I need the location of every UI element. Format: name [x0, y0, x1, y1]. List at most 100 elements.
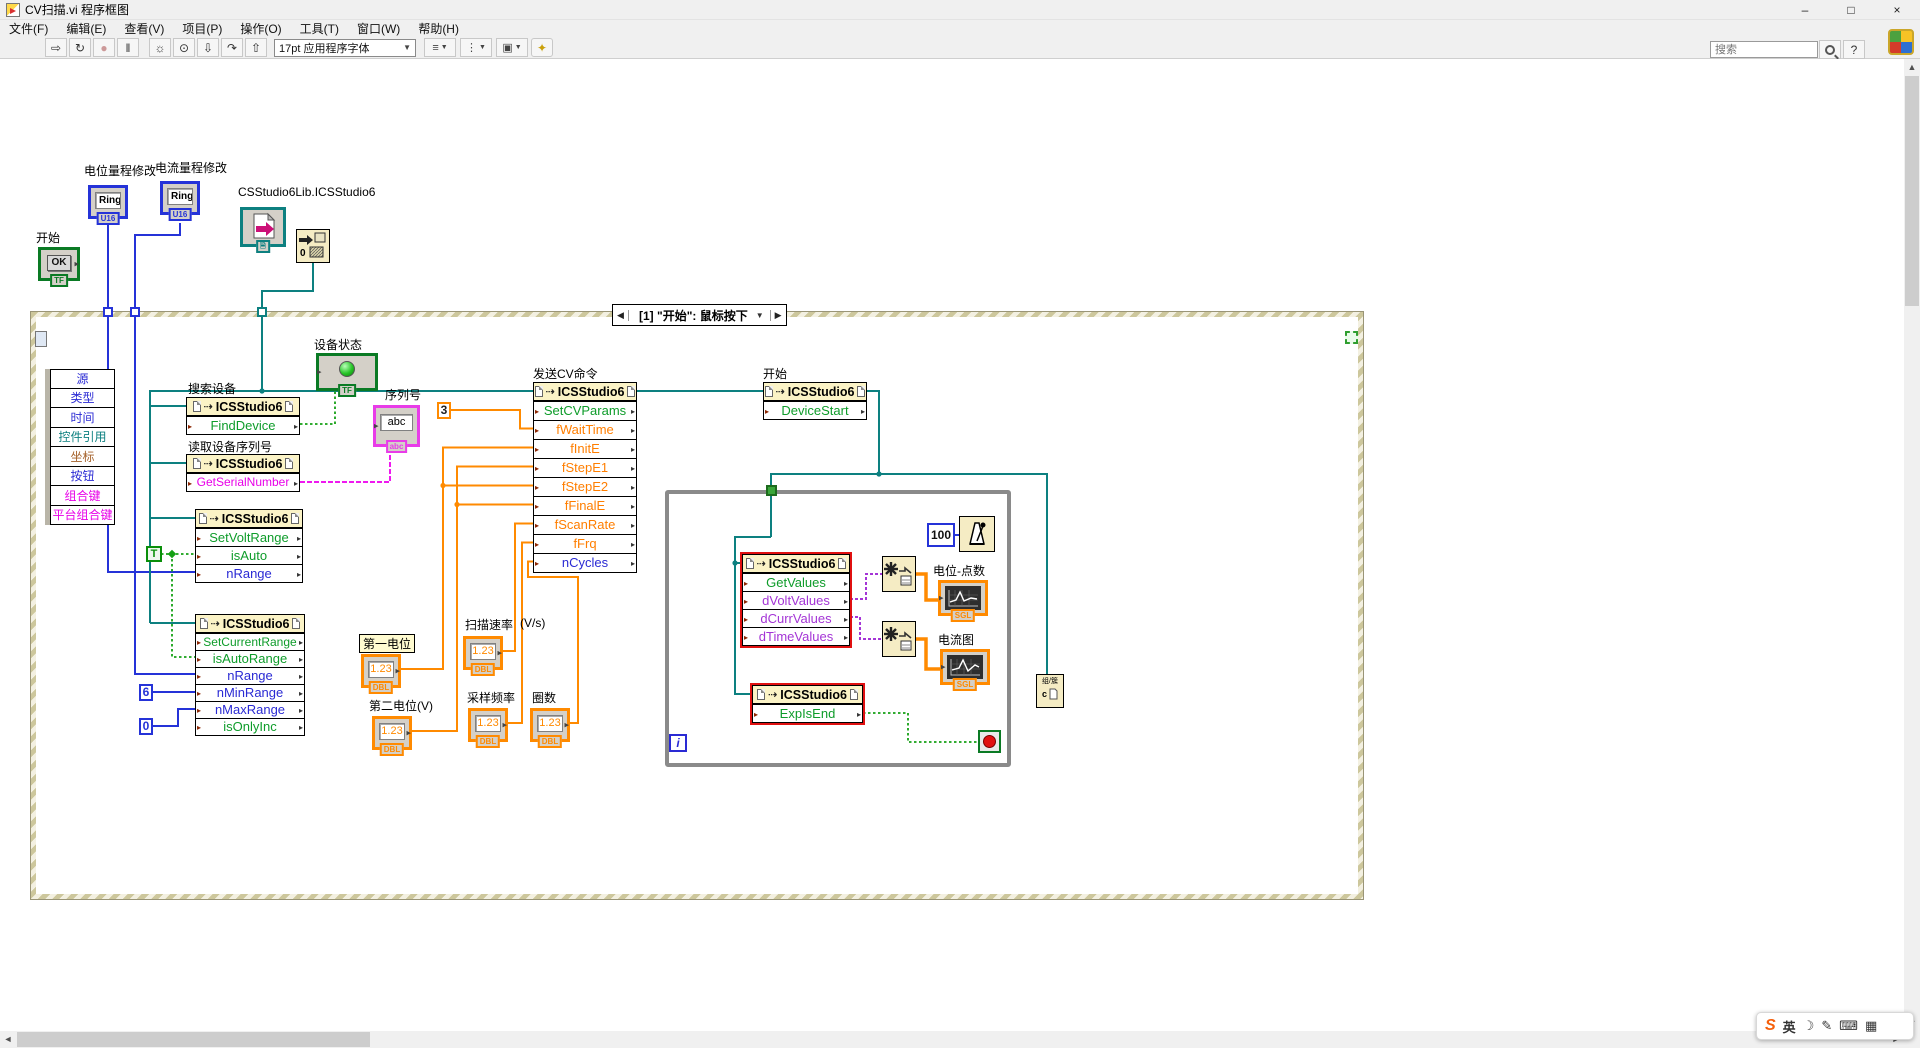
method-row[interactable]: SetCVParams — [534, 401, 636, 420]
abort-icon[interactable]: ● — [93, 38, 115, 57]
constructor-node-icon[interactable]: 0 — [296, 229, 330, 263]
param-row[interactable]: fStepE1 — [534, 458, 636, 477]
current-graph-terminal[interactable]: ▸ SGL — [940, 649, 990, 685]
param-row[interactable]: nMaxRange — [196, 701, 304, 718]
invoke-node-set-cv-params[interactable]: ⇢ ICSStudio6 SetCVParams fWaitTime fInit… — [533, 382, 637, 573]
scroll-up-icon[interactable]: ▲ — [1904, 59, 1920, 75]
param-row[interactable]: fFinalE — [534, 496, 636, 515]
param-row[interactable]: nRange — [196, 564, 302, 582]
param-row[interactable]: nCycles — [534, 553, 636, 572]
param-row[interactable]: fInitE — [534, 439, 636, 458]
method-row[interactable]: FindDevice — [187, 416, 299, 434]
loop-wait-constant[interactable]: 100 — [927, 523, 955, 547]
step-into-icon[interactable]: ⇩ — [197, 38, 219, 57]
horizontal-scrollbar[interactable]: ◄ ► — [0, 1031, 1904, 1048]
param-row[interactable]: isAutoRange — [196, 650, 304, 667]
align-objects-button[interactable]: ≡ ▼ — [424, 38, 456, 57]
maximize-button[interactable]: □ — [1828, 0, 1874, 19]
variant-to-data-icon[interactable] — [882, 556, 916, 592]
method-row[interactable]: DeviceStart — [764, 401, 866, 419]
param-row[interactable]: isAuto — [196, 546, 302, 564]
param-row[interactable]: dTimeValues — [743, 627, 849, 645]
param-row[interactable]: nRange — [196, 667, 304, 684]
serial-string-terminal[interactable]: ▸ abc abc — [373, 405, 420, 447]
tunnel-icon[interactable] — [257, 307, 267, 317]
loop-condition-terminal[interactable] — [978, 730, 1001, 753]
invoke-node-set-current-range[interactable]: ⇢ ICSStudio6 SetCurrentRange isAutoRange… — [195, 614, 305, 736]
method-row[interactable]: GetSerialNumber — [187, 473, 299, 491]
first-e-terminal[interactable]: 1.23 DBL ▸ — [361, 654, 401, 688]
distribute-objects-button[interactable]: ⋮ ▼ — [460, 38, 492, 57]
ime-keyboard-icon[interactable]: ⌨ — [1839, 1018, 1858, 1034]
method-row[interactable]: ExpIsEnd — [753, 704, 862, 722]
step-out-icon[interactable]: ⇧ — [245, 38, 267, 57]
cycles-terminal[interactable]: 1.23 DBL ▸ — [530, 708, 570, 742]
sample-freq-terminal[interactable]: 1.23 DBL ▸ — [468, 708, 508, 742]
invoke-node-device-start[interactable]: ⇢ ICSStudio6 DeviceStart — [763, 382, 867, 420]
menu-project[interactable]: 项目(P) — [173, 19, 231, 38]
dynamic-event-terminal-icon[interactable] — [1345, 331, 1358, 344]
pause-icon[interactable]: ‖ — [117, 38, 139, 57]
volt-range-ring-terminal[interactable]: Ring ▼ U16 — [88, 185, 128, 219]
menu-view[interactable]: 查看(V) — [115, 19, 173, 38]
event-timeout-icon[interactable] — [35, 331, 47, 347]
class-constant[interactable]: 🗎 — [240, 207, 286, 247]
run-continuous-icon[interactable]: ↻ — [69, 38, 91, 57]
param-row[interactable]: fWaitTime — [534, 420, 636, 439]
horizontal-scrollbar-thumb[interactable] — [17, 1032, 370, 1047]
scan-rate-terminal[interactable]: 1.23 DBL ▸ — [463, 636, 503, 670]
event-data-item[interactable]: 按钮 — [50, 467, 115, 487]
menu-window[interactable]: 窗口(W) — [348, 19, 409, 38]
wait-time-constant[interactable]: 3 — [437, 402, 451, 419]
param-row[interactable]: dCurrValues — [743, 609, 849, 627]
ime-language-toggle[interactable]: 英 — [1783, 1017, 1796, 1036]
cluster-icon[interactable]: 组/簇 c — [1036, 674, 1064, 708]
menu-edit[interactable]: 编辑(E) — [57, 19, 115, 38]
param-row[interactable]: nMinRange — [196, 684, 304, 701]
ime-pen-icon[interactable]: ✎ — [1821, 1018, 1832, 1034]
cleanup-diagram-icon[interactable]: ✦ — [531, 38, 553, 57]
event-data-item[interactable]: 控件引用 — [50, 428, 115, 448]
true-constant[interactable]: T — [146, 546, 162, 562]
tunnel-icon[interactable] — [130, 307, 140, 317]
invoke-node-get-serial-number[interactable]: ⇢ ICSStudio6 GetSerialNumber — [186, 454, 300, 492]
reorder-button[interactable]: ▣ ▼ — [496, 38, 528, 57]
sogou-logo-icon[interactable]: S — [1765, 1017, 1776, 1035]
param-row[interactable]: dVoltValues — [743, 591, 849, 609]
event-data-item[interactable]: 平台组合键 — [50, 506, 115, 526]
highlight-execution-icon[interactable]: ☼ — [149, 38, 171, 57]
param-row[interactable]: fFrq — [534, 534, 636, 553]
help-button[interactable]: ? — [1843, 40, 1865, 59]
second-e-terminal[interactable]: 1.23 DBL ▸ — [372, 716, 412, 750]
scroll-left-icon[interactable]: ◄ — [0, 1031, 16, 1047]
max-range-constant[interactable]: 0 — [139, 718, 153, 735]
event-data-item[interactable]: 源 — [50, 369, 115, 389]
wait-ms-metronome-icon[interactable] — [959, 516, 995, 552]
event-data-item[interactable]: 类型 — [50, 389, 115, 409]
menu-file[interactable]: 文件(F) — [0, 19, 57, 38]
event-data-item[interactable]: 时间 — [50, 408, 115, 428]
vertical-scrollbar-thumb[interactable] — [1905, 76, 1919, 306]
minimize-button[interactable]: – — [1782, 0, 1828, 19]
search-icon[interactable] — [1819, 40, 1841, 59]
search-input[interactable] — [1710, 41, 1818, 58]
close-button[interactable]: × — [1874, 0, 1920, 19]
invoke-node-find-device[interactable]: ⇢ ICSStudio6 FindDevice — [186, 397, 300, 435]
event-data-item[interactable]: 组合键 — [50, 486, 115, 506]
loop-iteration-terminal[interactable]: i — [669, 734, 687, 752]
method-row[interactable]: SetVoltRange — [196, 528, 302, 546]
event-data-node[interactable]: 源 类型 时间 控件引用 坐标 按钮 组合键 平台组合键 — [45, 369, 115, 525]
current-range-ring-terminal[interactable]: Ring ▼ U16 — [160, 181, 200, 215]
next-case-icon[interactable]: ▶ — [770, 310, 786, 321]
event-case-selector[interactable]: ◀ [1] "开始": 鼠标按下 ▼ ▶ — [612, 304, 787, 326]
retain-wire-values-icon[interactable]: ⊙ — [173, 38, 195, 57]
method-row[interactable]: SetCurrentRange — [196, 633, 304, 650]
vertical-scrollbar[interactable]: ▲ ▼ — [1904, 59, 1920, 1031]
ime-halfwidth-icon[interactable]: ☽ — [1803, 1018, 1815, 1034]
invoke-node-get-values[interactable]: ⇢ ICSStudio6 GetValues dVoltValues dCurr… — [742, 554, 850, 646]
invoke-node-exp-is-end[interactable]: ⇢ ICSStudio6 ExpIsEnd — [752, 685, 863, 723]
menu-operate[interactable]: 操作(O) — [231, 19, 290, 38]
min-range-constant[interactable]: 6 — [139, 684, 153, 701]
param-row[interactable]: fStepE2 — [534, 477, 636, 496]
volt-points-graph-terminal[interactable]: ▸ SGL — [938, 580, 988, 616]
